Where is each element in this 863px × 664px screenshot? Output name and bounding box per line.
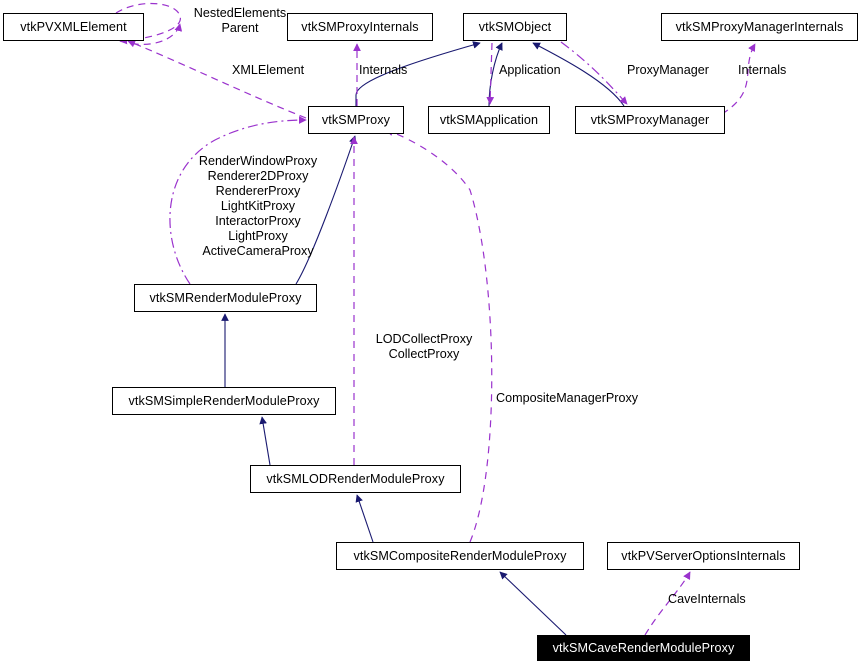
class-node-vtkPVXMLElement[interactable]: vtkPVXMLElement	[3, 13, 144, 41]
class-node-vtkSMObject[interactable]: vtkSMObject	[463, 13, 567, 41]
edge-label-render-proxy-list: RenderWindowProxy Renderer2DProxy Render…	[198, 154, 318, 258]
edge-label-application: Application	[499, 63, 561, 77]
edge-label-composite-manager-proxy: CompositeManagerProxy	[496, 391, 639, 405]
uml-collaboration-diagram: vtkPVXMLElement vtkSMProxy Internals vtkS…	[0, 0, 863, 664]
class-node-vtkSMCompositeRenderModuleProxy[interactable]: vtkSMCompositeRenderModuleProxy	[336, 542, 584, 570]
usage-edges	[115, 2, 756, 636]
edge-label-internals-proxy: Internals	[359, 63, 408, 77]
edge-label-nested-elements-parent: NestedElements Parent	[193, 6, 287, 35]
class-node-vtkSMProxyManager[interactable]: vtkSMProxyManager	[575, 106, 725, 134]
edge-label-lod-collect-proxy: LODCollectProxy CollectProxy	[375, 332, 473, 361]
class-node-vtkSMSimpleRenderModuleProxy[interactable]: vtkSMSimpleRenderModuleProxy	[112, 387, 336, 415]
edge-label-xmlelement: XMLElement	[232, 63, 305, 77]
edge-label-proxymanager: ProxyManager	[627, 63, 709, 77]
class-node-vtkSMApplication[interactable]: vtkSMApplication	[428, 106, 550, 134]
class-node-vtkSMLODRenderModuleProxy[interactable]: vtkSMLODRenderModuleProxy	[250, 465, 461, 493]
class-node-vtkSMCaveRenderModuleProxy[interactable]: vtkSMCaveRenderModuleProxy	[537, 635, 750, 661]
class-node-vtkPVServerOptionsInternals[interactable]: vtkPVServerOptionsInternals	[607, 542, 800, 570]
edge-label-internals-manager: Internals	[738, 63, 787, 77]
edge-label-cave-internals: CaveInternals	[668, 592, 746, 606]
class-node-vtkSMRenderModuleProxy[interactable]: vtkSMRenderModuleProxy	[134, 284, 317, 312]
class-node-vtkSMProxyManagerInternals[interactable]: vtkSMProxyManagerInternals	[661, 13, 858, 41]
class-node-vtkSMProxy[interactable]: vtkSMProxy	[308, 106, 404, 134]
